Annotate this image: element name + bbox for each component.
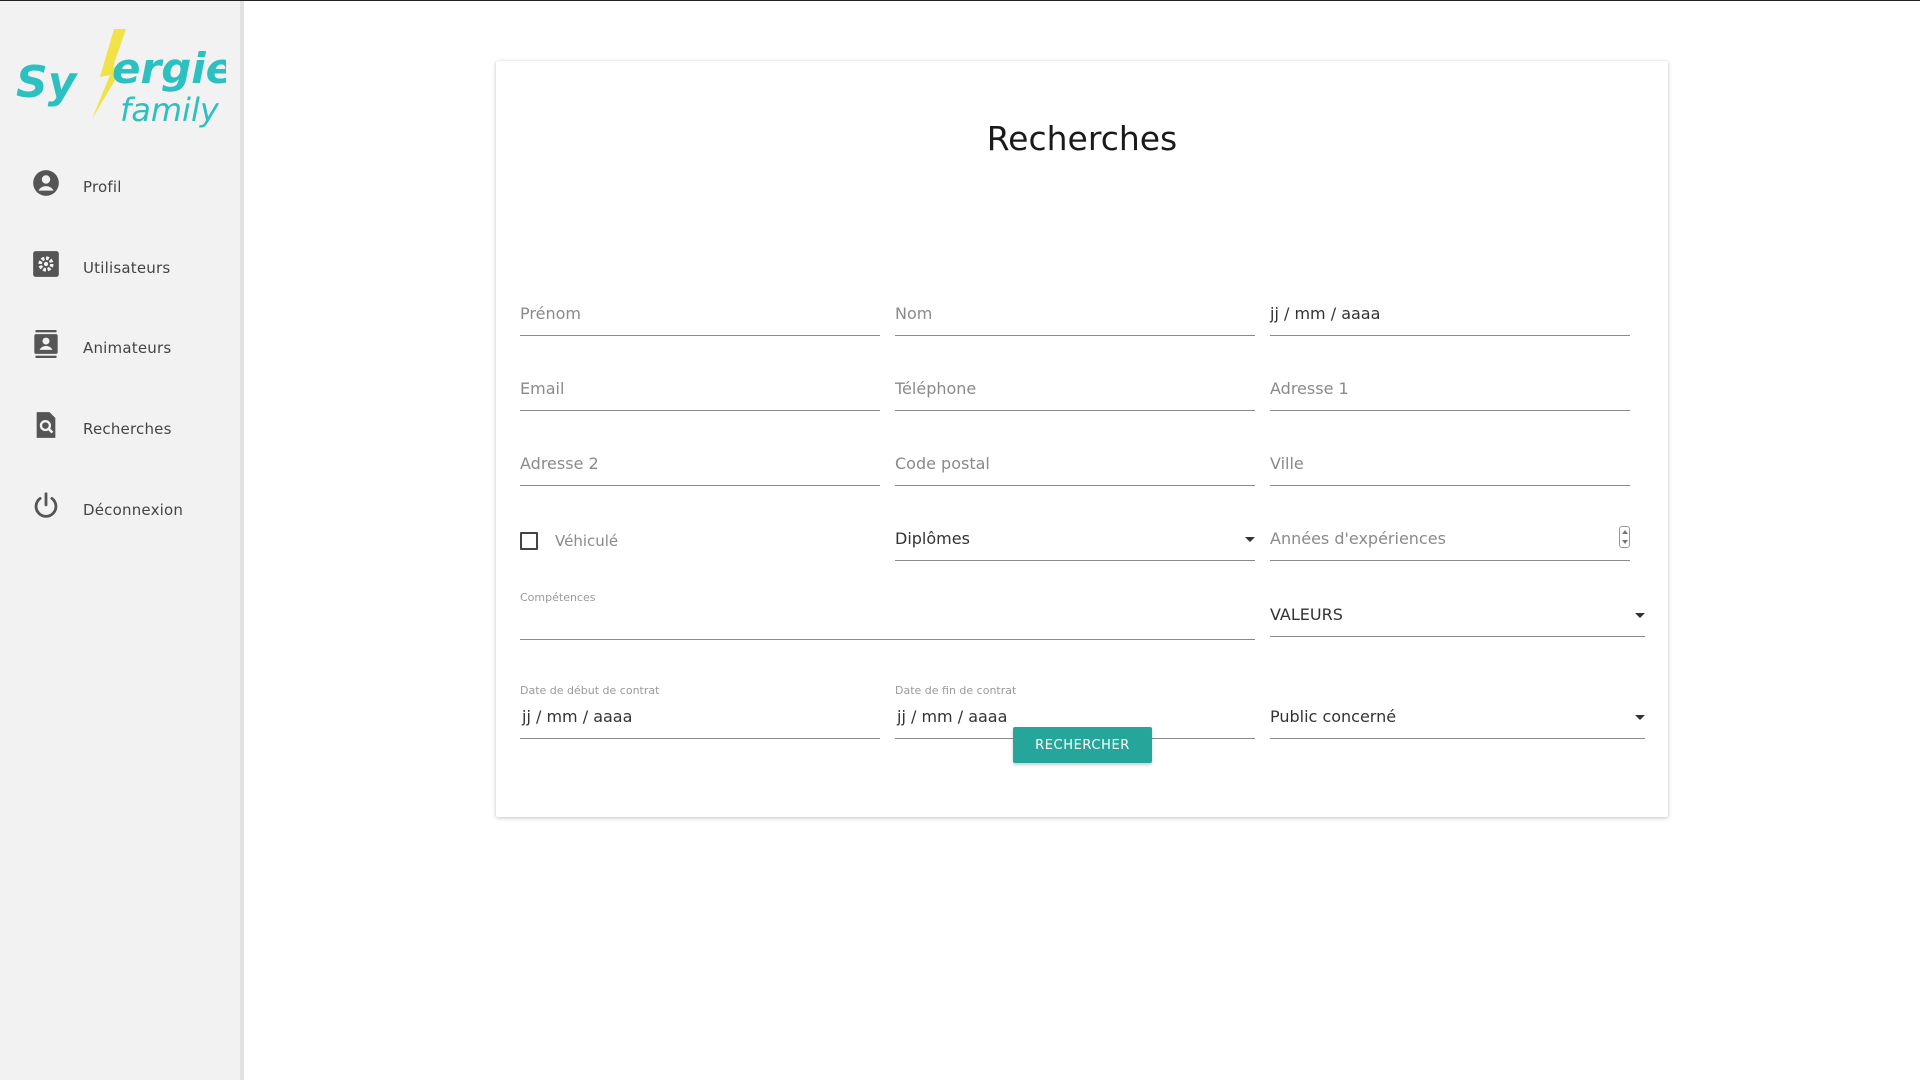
sidebar-item-label: Recherches: [83, 420, 172, 438]
diplomes-selected-value: Diplômes: [895, 529, 970, 548]
chevron-down-icon: [1245, 537, 1255, 542]
svg-text:family: family: [120, 91, 220, 129]
sidebar-item-utilisateurs[interactable]: Utilisateurs: [0, 240, 240, 300]
date-naissance-field[interactable]: jj / mm / aaaa: [1270, 287, 1630, 336]
diplomes-select[interactable]: Diplômes: [895, 512, 1255, 561]
telephone-placeholder: Téléphone: [895, 379, 977, 398]
sidebar-item-label: Profil: [83, 178, 122, 196]
sidebar-item-label: Déconnexion: [83, 501, 184, 519]
sidebar-item-animateurs[interactable]: Animateurs: [0, 320, 240, 380]
ville-field[interactable]: Ville: [1270, 437, 1630, 486]
search-form-card: Recherches Prénom Nom jj / mm / aaaa Ema…: [496, 61, 1668, 817]
ville-placeholder: Ville: [1270, 454, 1304, 473]
search-document-icon: [32, 411, 60, 439]
adresse1-placeholder: Adresse 1: [1270, 379, 1349, 398]
vehicule-checkbox[interactable]: [520, 532, 538, 550]
chevron-down-icon: [1635, 715, 1645, 720]
page-title: Recherches: [986, 119, 1178, 158]
public-concerne-selected-value: Public concerné: [1270, 707, 1397, 726]
public-concerne-select[interactable]: Public concerné: [1270, 686, 1645, 739]
vehicule-label: Véhiculé: [555, 532, 619, 550]
date-debut-contrat-field[interactable]: Date de début de contrat jj / mm / aaaa: [520, 684, 880, 739]
sidebar-item-label: Animateurs: [83, 339, 172, 357]
code-postal-placeholder: Code postal: [895, 454, 990, 473]
adresse1-field[interactable]: Adresse 1: [1270, 362, 1630, 411]
sidebar-item-profil[interactable]: Profil: [0, 159, 240, 219]
email-field[interactable]: Email: [520, 362, 880, 411]
svg-text:ergie: ergie: [112, 44, 226, 93]
nom-field[interactable]: Nom: [895, 287, 1255, 336]
svg-text:Sy: Sy: [16, 57, 79, 108]
nom-placeholder: Nom: [895, 304, 933, 323]
code-postal-field[interactable]: Code postal: [895, 437, 1255, 486]
rechercher-button[interactable]: RECHERCHER: [1013, 727, 1152, 763]
sidebar: Sy ergie family Profil Utilisateurs Anim…: [0, 1, 244, 1080]
chevron-down-icon: [1635, 613, 1645, 618]
prenom-placeholder: Prénom: [520, 304, 581, 323]
date-fin-value: jj / mm / aaaa: [897, 707, 1008, 726]
valeurs-selected-value: VALEURS: [1270, 605, 1343, 624]
account-circle-icon: [32, 169, 60, 197]
date-fin-label: Date de fin de contrat: [895, 684, 1017, 697]
sidebar-item-deconnexion[interactable]: Déconnexion: [0, 482, 240, 542]
vehicule-checkbox-group[interactable]: Véhiculé: [520, 530, 720, 554]
telephone-field[interactable]: Téléphone: [895, 362, 1255, 411]
annees-experience-field[interactable]: Années d'expériences: [1270, 512, 1630, 561]
email-placeholder: Email: [520, 379, 565, 398]
adresse2-placeholder: Adresse 2: [520, 454, 599, 473]
power-icon: [32, 492, 60, 520]
sidebar-item-recherches[interactable]: Recherches: [0, 401, 240, 461]
prenom-field[interactable]: Prénom: [520, 287, 880, 336]
annees-experience-placeholder: Années d'expériences: [1270, 529, 1446, 548]
valeurs-select[interactable]: VALEURS: [1270, 588, 1645, 637]
adresse2-field[interactable]: Adresse 2: [520, 437, 880, 486]
date-debut-label: Date de début de contrat: [520, 684, 660, 697]
date-debut-value: jj / mm / aaaa: [522, 707, 633, 726]
contact-card-icon: [32, 330, 60, 358]
synergie-family-logo[interactable]: Sy ergie family: [16, 25, 234, 135]
number-spinner-icon[interactable]: [1619, 526, 1630, 548]
sidebar-item-label: Utilisateurs: [83, 259, 171, 277]
competences-label: Compétences: [520, 591, 596, 604]
top-border: [0, 0, 1920, 1]
settings-box-icon: [32, 250, 60, 278]
date-naissance-value: jj / mm / aaaa: [1270, 304, 1381, 323]
competences-field[interactable]: Compétences: [520, 591, 1255, 640]
logo-graphic: Sy ergie family: [16, 29, 234, 129]
